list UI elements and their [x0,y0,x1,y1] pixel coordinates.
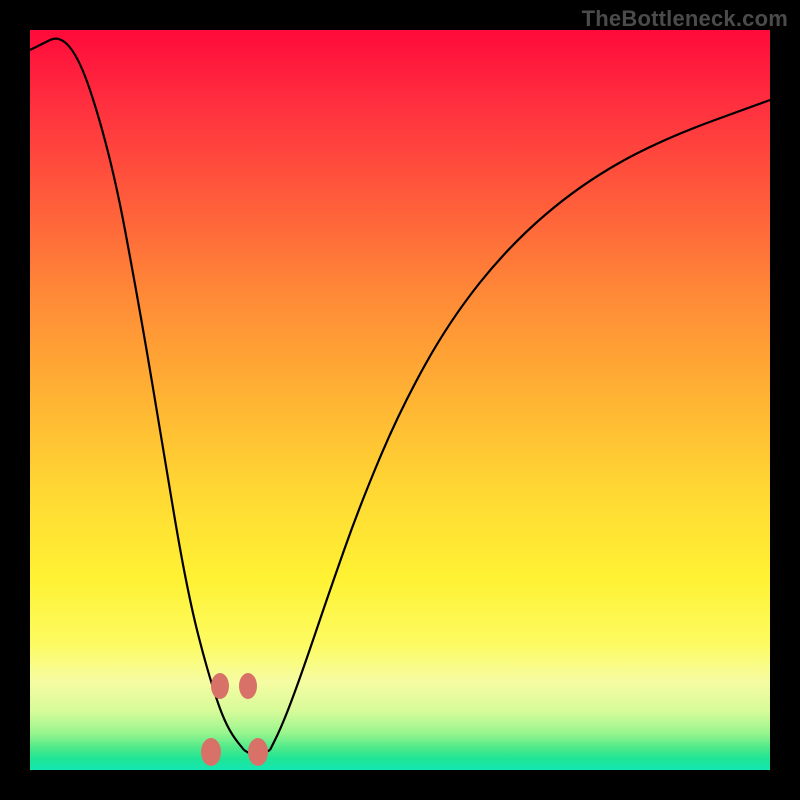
plot-area [30,30,770,770]
chart-stage: TheBottleneck.com [0,0,800,800]
data-marker [211,673,229,699]
data-marker [248,738,268,766]
watermark-text: TheBottleneck.com [582,6,788,32]
curve-left-branch [30,39,244,750]
marker-group [201,673,268,766]
data-marker [201,738,221,766]
data-marker [239,673,257,699]
curve-right-branch [270,100,770,750]
curve-svg [30,30,770,770]
